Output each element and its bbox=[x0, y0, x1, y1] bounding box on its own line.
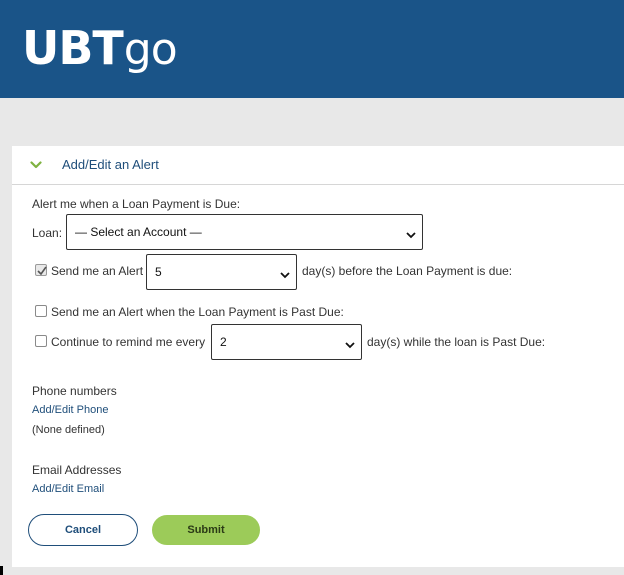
phone-heading: Phone numbers bbox=[32, 384, 117, 398]
ubtgo-logo[interactable]: UBT go bbox=[22, 18, 178, 78]
send-alert-checkbox[interactable] bbox=[35, 264, 47, 276]
app-header: UBT go bbox=[0, 0, 624, 98]
panel-header[interactable]: Add/Edit an Alert bbox=[12, 146, 624, 185]
add-edit-email-link[interactable]: Add/Edit Email bbox=[32, 483, 104, 495]
send-alert-label: Send me an Alert bbox=[51, 264, 144, 278]
edge-mark bbox=[0, 566, 3, 575]
chevron-down-icon bbox=[280, 268, 290, 279]
remind-label: Continue to remind me every bbox=[51, 335, 206, 349]
email-heading: Email Addresses bbox=[32, 463, 122, 477]
days-before-value: 5 bbox=[155, 265, 162, 279]
alert-form: Alert me when a Loan Payment is Due: Loa… bbox=[12, 185, 624, 567]
remind-interval-value: 2 bbox=[220, 335, 227, 349]
cancel-button[interactable]: Cancel bbox=[28, 514, 138, 546]
add-edit-phone-link[interactable]: Add/Edit Phone bbox=[32, 404, 108, 416]
remind-suffix: day(s) while the loan is Past Due: bbox=[367, 335, 546, 349]
panel-title: Add/Edit an Alert bbox=[62, 157, 159, 172]
days-before-select[interactable]: 5 bbox=[146, 254, 297, 290]
phone-status: (None defined) bbox=[32, 424, 105, 436]
loan-label: Loan: bbox=[32, 226, 63, 240]
past-due-checkbox[interactable] bbox=[35, 305, 47, 317]
submit-button[interactable]: Submit bbox=[152, 515, 260, 545]
chevron-down-icon bbox=[345, 338, 355, 349]
loan-select-value: — Select an Account — bbox=[75, 225, 202, 239]
days-before-suffix: day(s) before the Loan Payment is due: bbox=[302, 264, 513, 278]
chevron-down-icon bbox=[406, 228, 416, 239]
remind-checkbox[interactable] bbox=[35, 335, 47, 347]
remind-interval-select[interactable]: 2 bbox=[211, 324, 362, 360]
logo-bold-text: UBT bbox=[22, 21, 124, 75]
loan-select[interactable]: — Select an Account — bbox=[66, 214, 423, 250]
chevron-down-icon[interactable] bbox=[30, 158, 42, 170]
logo-light-text: go bbox=[123, 24, 178, 75]
form-intro: Alert me when a Loan Payment is Due: bbox=[32, 197, 241, 211]
past-due-label: Send me an Alert when the Loan Payment i… bbox=[51, 305, 344, 319]
